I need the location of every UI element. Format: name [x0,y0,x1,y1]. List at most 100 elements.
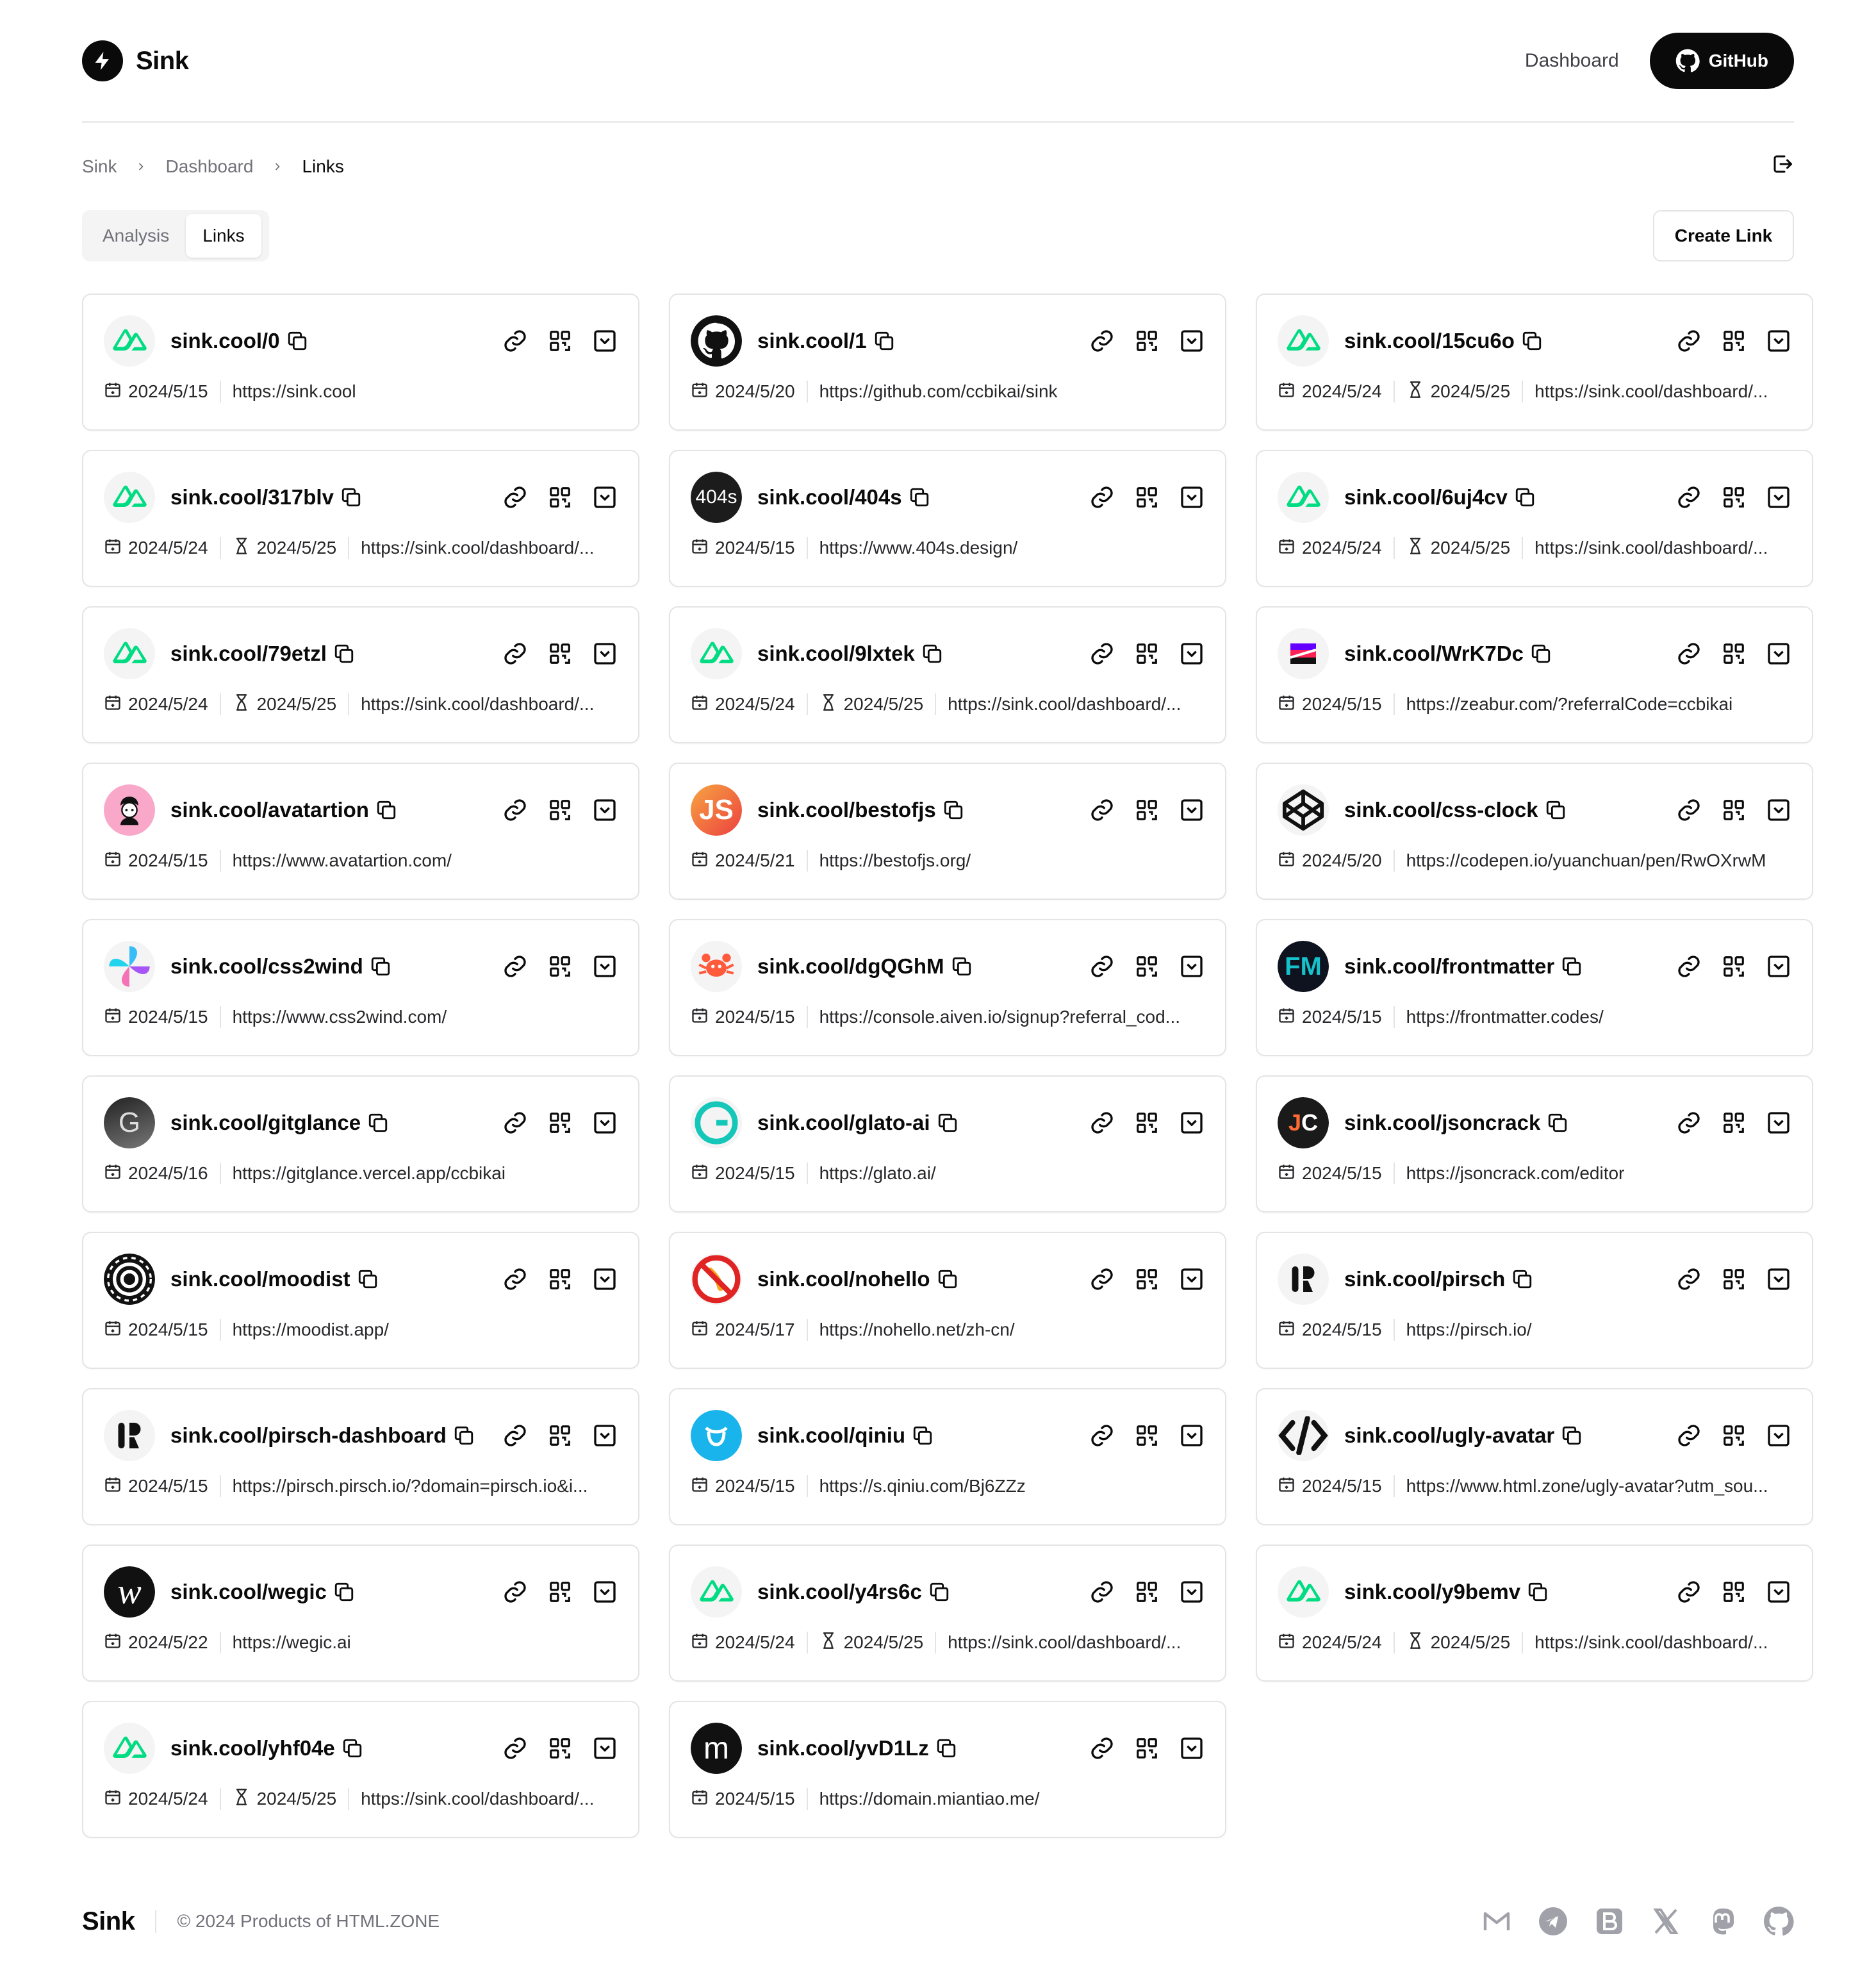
qrcode-icon[interactable] [1134,1266,1160,1292]
link-card[interactable]: JS sink.cool/bestofjs 2024/5/21 https://bes… [669,763,1226,900]
target-url[interactable]: https://bestofjs.org/ [819,850,971,871]
link-card[interactable]: m sink.cool/yvD1Lz 2024/5/15 https://domain… [669,1701,1226,1838]
dropdown-menu-icon[interactable] [592,484,618,510]
qrcode-icon[interactable] [547,484,573,510]
qrcode-icon[interactable] [1721,1423,1747,1448]
copy-icon[interactable] [942,799,964,821]
target-url[interactable]: https://wegic.ai [233,1632,351,1653]
target-url[interactable]: https://codepen.io/yuanchuan/pen/RwOXrwM [1406,850,1766,871]
copy-icon[interactable] [453,1425,475,1446]
short-link[interactable]: sink.cool/nohello [757,1266,959,1292]
open-link-icon[interactable] [1089,954,1115,979]
copy-icon[interactable] [928,1581,950,1603]
target-url[interactable]: https://sink.cool/dashboard/... [361,694,594,715]
mastodon-icon[interactable] [1707,1906,1738,1937]
link-card[interactable]: sink.cool/WrK7Dc 2024/5/15 https://zeabur.… [1256,606,1813,743]
short-link[interactable]: sink.cool/dgQGhM [757,954,973,979]
target-url[interactable]: https://console.aiven.io/signup?referral… [819,1007,1180,1027]
target-url[interactable]: https://sink.cool/dashboard/... [1535,538,1768,558]
copy-icon[interactable] [1545,799,1567,821]
copy-icon[interactable] [1527,1581,1549,1603]
copy-icon[interactable] [367,1112,389,1134]
dropdown-menu-icon[interactable] [1766,1579,1791,1605]
dropdown-menu-icon[interactable] [592,954,618,979]
open-link-icon[interactable] [502,1110,528,1136]
open-link-icon[interactable] [502,641,528,667]
qrcode-icon[interactable] [1134,1735,1160,1761]
target-url[interactable]: https://github.com/ccbikai/sink [819,381,1058,402]
link-card[interactable]: sink.cool/ugly-avatar 2024/5/15 https://ww… [1256,1388,1813,1525]
qrcode-icon[interactable] [1721,328,1747,354]
copy-icon[interactable] [937,1112,959,1134]
qrcode-icon[interactable] [1721,1266,1747,1292]
open-link-icon[interactable] [1089,1423,1115,1448]
link-card[interactable]: FM sink.cool/frontmatter 2024/5/15 https://… [1256,919,1813,1056]
target-url[interactable]: https://sink.cool/dashboard/... [361,1789,594,1809]
short-link[interactable]: sink.cool/WrK7Dc [1344,641,1552,667]
qrcode-icon[interactable] [1721,484,1747,510]
dropdown-menu-icon[interactable] [1179,954,1205,979]
copy-icon[interactable] [912,1425,934,1446]
copy-icon[interactable] [873,330,895,352]
link-card[interactable]: Gsink.cool/gitglance 2024/5/16 https://git… [82,1075,639,1213]
dropdown-menu-icon[interactable] [592,797,618,823]
copy-icon[interactable] [286,330,308,352]
target-url[interactable]: https://sink.cool/dashboard/... [1535,1632,1768,1653]
target-url[interactable]: https://sink.cool [233,381,356,402]
qrcode-icon[interactable] [1721,954,1747,979]
target-url[interactable]: https://www.avatartion.com/ [233,850,452,871]
dropdown-menu-icon[interactable] [592,1423,618,1448]
open-link-icon[interactable] [1089,484,1115,510]
dropdown-menu-icon[interactable] [1766,1423,1791,1448]
link-card[interactable]: sink.cool/79etzl 2024/5/24 2024/5/25 https:… [82,606,639,743]
copy-icon[interactable] [333,1581,355,1603]
qrcode-icon[interactable] [1134,1110,1160,1136]
qrcode-icon[interactable] [1134,641,1160,667]
short-link[interactable]: sink.cool/pirsch [1344,1266,1533,1292]
dropdown-menu-icon[interactable] [1766,641,1791,667]
qrcode-icon[interactable] [547,1266,573,1292]
open-link-icon[interactable] [502,797,528,823]
copy-icon[interactable] [341,1737,363,1759]
short-link[interactable]: sink.cool/wegic [170,1579,355,1605]
dropdown-menu-icon[interactable] [592,1266,618,1292]
short-link[interactable]: sink.cool/bestofjs [757,797,964,823]
link-card[interactable]: sink.cool/y9bemv 2024/5/24 2024/5/25 https:… [1256,1544,1813,1682]
create-link-button[interactable]: Create Link [1653,210,1794,261]
target-url[interactable]: https://gitglance.vercel.app/ccbikai [233,1163,506,1184]
short-link[interactable]: sink.cool/1 [757,328,895,354]
copy-icon[interactable] [333,643,355,665]
open-link-icon[interactable] [1089,797,1115,823]
copy-icon[interactable] [1511,1268,1533,1290]
dropdown-menu-icon[interactable] [1179,1110,1205,1136]
short-link[interactable]: sink.cool/79etzl [170,641,355,667]
open-link-icon[interactable] [1676,1110,1702,1136]
copy-icon[interactable] [1530,643,1552,665]
copy-icon[interactable] [1514,486,1536,508]
link-card[interactable]: sink.cool/pirsch-dashboard 2024/5/15 https… [82,1388,639,1525]
copy-icon[interactable] [340,486,362,508]
open-link-icon[interactable] [1676,484,1702,510]
link-card[interactable]: sink.cool/qiniu 2024/5/15 https://s.qiniu.… [669,1388,1226,1525]
qrcode-icon[interactable] [1721,797,1747,823]
link-card[interactable]: sink.cool/yhf04e 2024/5/24 2024/5/25 https:… [82,1701,639,1838]
link-card[interactable]: sink.cool/317blv 2024/5/24 2024/5/25 https:… [82,450,639,587]
qrcode-icon[interactable] [547,1423,573,1448]
qrcode-icon[interactable] [1134,1423,1160,1448]
qrcode-icon[interactable] [547,641,573,667]
copy-icon[interactable] [935,1737,957,1759]
short-link[interactable]: sink.cool/glato-ai [757,1110,959,1136]
copy-icon[interactable] [951,956,973,977]
link-card[interactable]: sink.cool/15cu6o 2024/5/24 2024/5/25 https:… [1256,294,1813,431]
target-url[interactable]: https://jsoncrack.com/editor [1406,1163,1625,1184]
target-url[interactable]: https://nohello.net/zh-cn/ [819,1320,1015,1340]
short-link[interactable]: sink.cool/y9bemv [1344,1579,1549,1605]
dropdown-menu-icon[interactable] [592,328,618,354]
link-card[interactable]: sink.cool/css-clock 2024/5/20 https://code… [1256,763,1813,900]
target-url[interactable]: https://s.qiniu.com/Bj6ZZz [819,1476,1026,1496]
dropdown-menu-icon[interactable] [1766,1110,1791,1136]
link-card[interactable]: sink.cool/0 2024/5/15 https://sink.cool [82,294,639,431]
qrcode-icon[interactable] [547,328,573,354]
short-link[interactable]: sink.cool/yhf04e [170,1735,363,1761]
target-url[interactable]: https://domain.miantiao.me/ [819,1789,1040,1809]
